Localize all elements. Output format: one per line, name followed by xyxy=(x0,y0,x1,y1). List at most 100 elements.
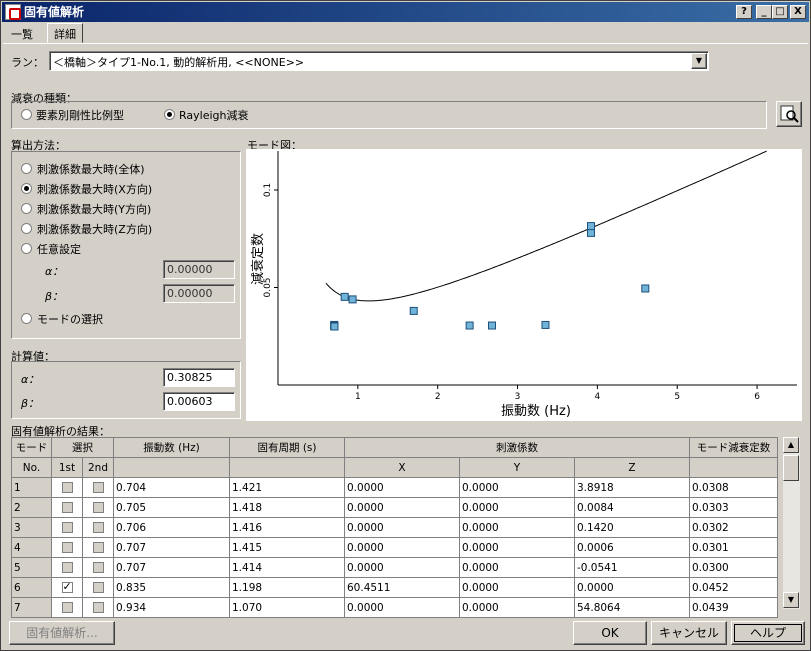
row-1st-check xyxy=(51,477,83,498)
method-option-z: 刺激係数最大時(Z方向) xyxy=(37,223,153,236)
results-table: モード 選択 振動数 (Hz) 固有周期 (s) 刺激係数 モード減衰定数 No… xyxy=(11,437,778,618)
tab-detail[interactable]: 詳細 xyxy=(47,23,83,43)
row-no: 5 xyxy=(11,557,52,578)
row-period: 1.416 xyxy=(229,517,345,538)
second-checkbox[interactable] xyxy=(92,522,104,533)
row-no: 1 xyxy=(11,477,52,498)
help-button[interactable]: ヘルプ xyxy=(731,621,805,645)
scroll-down-icon[interactable]: ▼ xyxy=(783,592,799,608)
mode-chart-panel: 1 2 3 4 5 6 0.05 0.1 減衰定数 振動数 (Hz) xyxy=(246,149,802,421)
row-damp: 0.0308 xyxy=(689,477,778,498)
row-x: 0.0000 xyxy=(344,477,460,498)
computed-alpha-field[interactable]: 0.30825 xyxy=(163,368,235,387)
data-point xyxy=(409,306,418,315)
row-damp: 0.0302 xyxy=(689,517,778,538)
eigen-analysis-button[interactable]: 固有値解析... xyxy=(9,621,115,645)
data-point xyxy=(487,321,496,330)
maximize-button[interactable]: □ xyxy=(772,5,788,19)
second-checkbox[interactable] xyxy=(92,562,104,573)
data-point xyxy=(340,292,349,301)
preview-button[interactable] xyxy=(776,101,802,127)
data-point xyxy=(586,228,595,237)
first-checkbox[interactable] xyxy=(61,580,73,593)
table-row[interactable]: 5 0.707 1.414 0.0000 0.0000 -0.0541 0.0300 xyxy=(11,557,778,578)
first-checkbox[interactable] xyxy=(61,562,73,573)
radio-method-x[interactable] xyxy=(21,183,32,194)
damping-option-element: 要素別剛性比例型 xyxy=(36,109,124,122)
table-row[interactable]: 7 0.934 1.070 0.0000 0.0000 54.8064 0.0439 xyxy=(11,597,778,618)
minimize-button[interactable]: _ xyxy=(756,5,772,19)
run-select[interactable]: ＜橋軸＞タイプ1-No.1, 動的解析用, <<NONE>> ▼ xyxy=(49,51,709,71)
col-freq-sub xyxy=(113,457,230,478)
data-point xyxy=(348,295,357,304)
first-checkbox[interactable] xyxy=(61,502,73,513)
table-scrollbar[interactable]: ▲ ▼ xyxy=(783,437,800,609)
col-period: 固有周期 (s) xyxy=(229,437,345,458)
radio-method-y[interactable] xyxy=(21,203,32,214)
y-axis-label: 減衰定数 xyxy=(250,233,266,285)
table-row[interactable]: 4 0.707 1.415 0.0000 0.0000 0.0006 0.0301 xyxy=(11,537,778,558)
radio-method-mode-select[interactable] xyxy=(21,313,32,324)
second-checkbox[interactable] xyxy=(92,502,104,513)
col-damp-sub xyxy=(689,457,778,478)
table-row[interactable]: 1 0.704 1.421 0.0000 0.0000 3.8918 0.0308 xyxy=(11,477,778,498)
second-checkbox[interactable] xyxy=(92,542,104,553)
second-checkbox[interactable] xyxy=(92,602,104,613)
row-2nd-check xyxy=(82,477,114,498)
row-y: 0.0000 xyxy=(459,577,575,598)
dialog-window: 固有値解析 ? _ □ X 一覧 詳細 ラン： ＜橋軸＞タイプ1-No.1, 動… xyxy=(0,0,811,651)
table-row[interactable]: 2 0.705 1.418 0.0000 0.0000 0.0084 0.0303 xyxy=(11,497,778,518)
table-row[interactable]: 3 0.706 1.416 0.0000 0.0000 0.1420 0.0302 xyxy=(11,517,778,538)
radio-damping-rayleigh[interactable] xyxy=(164,109,175,120)
title-bar: 固有値解析 ? _ □ X xyxy=(2,2,809,22)
computed-beta-field[interactable]: 0.00603 xyxy=(163,392,235,411)
close-button[interactable]: X xyxy=(790,5,806,19)
method-option-mode-select: モードの選択 xyxy=(37,313,103,326)
scroll-thumb[interactable] xyxy=(783,455,799,481)
col-stim: 刺激係数 xyxy=(344,437,690,458)
radio-method-all[interactable] xyxy=(21,163,32,174)
x-tick-label: 5 xyxy=(674,392,680,402)
col-period-sub xyxy=(229,457,345,478)
row-1st-check xyxy=(51,577,83,598)
row-period: 1.415 xyxy=(229,537,345,558)
col-x: X xyxy=(344,457,460,478)
row-z: 54.8064 xyxy=(574,597,690,618)
method-option-all: 刺激係数最大時(全体) xyxy=(37,163,145,176)
row-y: 0.0000 xyxy=(459,497,575,518)
row-x: 0.0000 xyxy=(344,597,460,618)
second-checkbox[interactable] xyxy=(92,582,104,593)
row-x: 0.0000 xyxy=(344,537,460,558)
table-row[interactable]: 60.8351.19860.45110.00000.00000.0452 xyxy=(11,577,778,598)
scroll-up-icon[interactable]: ▲ xyxy=(783,437,799,453)
col-z: Z xyxy=(574,457,690,478)
ok-button[interactable]: OK xyxy=(573,621,647,645)
tab-list[interactable]: 一覧 xyxy=(5,24,39,42)
header-row-2: No. 1st 2nd X Y Z xyxy=(11,457,778,478)
first-checkbox[interactable] xyxy=(61,542,73,553)
row-damp: 0.0301 xyxy=(689,537,778,558)
row-freq: 0.704 xyxy=(113,477,230,498)
method-option-y: 刺激係数最大時(Y方向) xyxy=(37,203,152,216)
first-checkbox[interactable] xyxy=(61,482,73,493)
help-title-button[interactable]: ? xyxy=(736,5,752,19)
radio-method-z[interactable] xyxy=(21,223,32,234)
second-checkbox[interactable] xyxy=(92,482,104,493)
row-z: 3.8918 xyxy=(574,477,690,498)
cancel-button[interactable]: キャンセル xyxy=(651,621,727,645)
chevron-down-icon[interactable]: ▼ xyxy=(691,53,707,69)
row-freq: 0.835 xyxy=(113,577,230,598)
run-select-value: ＜橋軸＞タイプ1-No.1, 動的解析用, <<NONE>> xyxy=(53,56,305,69)
first-checkbox[interactable] xyxy=(61,602,73,613)
radio-method-custom[interactable] xyxy=(21,243,32,254)
row-2nd-check xyxy=(82,497,114,518)
row-2nd-check xyxy=(82,577,114,598)
row-z: 0.0000 xyxy=(574,577,690,598)
window-title: 固有値解析 xyxy=(24,5,85,19)
first-checkbox[interactable] xyxy=(61,522,73,533)
col-mode: モード xyxy=(11,437,52,458)
radio-damping-element[interactable] xyxy=(21,109,32,120)
data-point xyxy=(465,321,474,330)
method-option-x: 刺激係数最大時(X方向) xyxy=(37,183,153,196)
x-tick-label: 2 xyxy=(435,392,441,402)
